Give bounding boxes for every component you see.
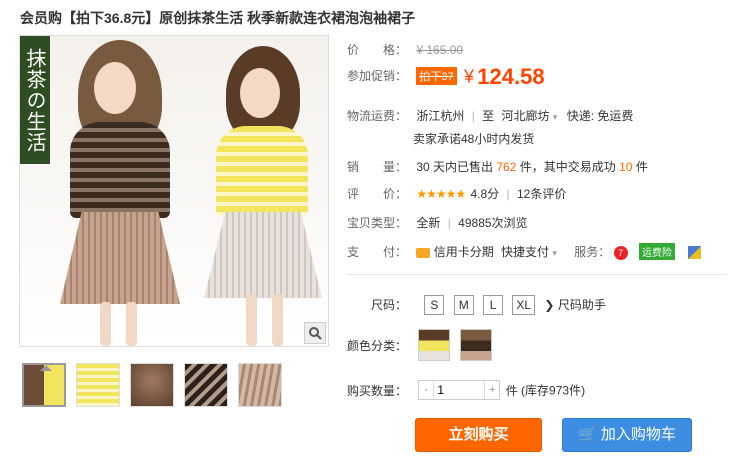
chevron-down-icon: ▾ xyxy=(552,112,558,122)
thumbnail-5[interactable] xyxy=(238,363,282,407)
main-product-image[interactable]: 抹茶の生活 xyxy=(19,35,329,347)
size-option-l[interactable]: L xyxy=(483,295,504,315)
ship-to-prefix: 至 xyxy=(482,109,495,123)
sales-prefix: 30 天内已售出 xyxy=(416,160,494,174)
thumbnail-4[interactable] xyxy=(184,363,228,407)
size-option-s[interactable]: S xyxy=(424,295,445,315)
quantity-unit: 件 xyxy=(505,383,518,398)
shipping-insurance-badge: 运费险 xyxy=(638,243,675,260)
seven-day-return-icon: 7 xyxy=(613,245,628,260)
zoom-button[interactable] xyxy=(304,322,326,344)
quantity-decrease-button[interactable]: - xyxy=(419,384,433,396)
color-row: 颜色分类： xyxy=(347,329,498,361)
quick-pay[interactable]: 快捷支付 xyxy=(501,245,549,259)
rating-score: 4.8分 xyxy=(470,187,500,201)
add-to-cart-label: 加入购物车 xyxy=(600,426,676,443)
color-option-yellow[interactable] xyxy=(418,329,451,361)
brand-badge: 抹茶の生活 xyxy=(20,36,50,164)
stock-count: (库存973件) xyxy=(521,383,586,398)
type-value: 全新 xyxy=(416,216,441,230)
sales-label: 销 量： xyxy=(347,160,408,174)
color-option-brown[interactable] xyxy=(459,329,492,361)
price-label: 价 格： xyxy=(347,43,408,57)
review-count-link[interactable]: 12条评价 xyxy=(517,187,566,201)
payment-label: 支 付： xyxy=(347,245,408,259)
size-helper-arrow-icon: ❯ xyxy=(544,298,555,312)
credit-card-icon xyxy=(416,247,431,258)
size-row: 尺码： S M L XL ❯ 尺码助手 xyxy=(371,295,606,315)
promo-price: 124.58 xyxy=(477,64,545,89)
size-option-m[interactable]: M xyxy=(453,295,474,315)
price-row: 价 格： ¥ 165.00 xyxy=(347,41,463,58)
services-label: 服务： xyxy=(574,245,611,259)
payment-row: 支 付： 信用卡分期 快捷支付 ▾ 服务： 7 运费险 xyxy=(347,243,702,260)
chevron-down-icon[interactable]: ▾ xyxy=(552,248,557,258)
divider xyxy=(347,274,727,275)
view-count: 49885次浏览 xyxy=(458,216,528,230)
thumbnail-3[interactable] xyxy=(130,363,174,407)
thumbnail-1[interactable] xyxy=(22,363,66,407)
quantity-input[interactable] xyxy=(433,381,486,399)
buy-now-button[interactable]: 立刻购买 xyxy=(415,418,542,452)
thumbnail-2[interactable] xyxy=(76,363,120,407)
model-left-illustration xyxy=(50,36,190,346)
ship-to[interactable]: 河北廊坊 xyxy=(502,109,550,123)
ship-from: 浙江杭州 xyxy=(416,109,465,123)
model-right-illustration xyxy=(190,36,328,346)
type-label: 宝贝类型： xyxy=(347,216,408,230)
original-price: ¥ 165.00 xyxy=(416,43,464,57)
quantity-stepper: - + xyxy=(418,380,501,400)
add-to-cart-button[interactable]: 🛒 加入购物车 xyxy=(562,418,692,452)
size-helper-link[interactable]: 尺码助手 xyxy=(558,298,606,312)
guarantee-icon xyxy=(688,246,702,260)
product-title: 会员购【拍下36.8元】原创抹茶生活 秋季新款连衣裙泡泡袖裙子 xyxy=(20,10,416,26)
cart-icon: 🛒 xyxy=(578,426,597,443)
shipping-label: 物流运费： xyxy=(347,109,408,123)
thumbnail-strip xyxy=(22,363,282,407)
promo-label: 参加促销： xyxy=(347,69,408,84)
size-label: 尺码： xyxy=(371,298,408,312)
sales-mid: 件，其中交易成功 xyxy=(519,160,616,174)
color-label: 颜色分类： xyxy=(347,338,408,353)
quantity-increase-button[interactable]: + xyxy=(485,384,499,396)
search-icon xyxy=(309,327,322,340)
promo-row: 参加促销： 拍下37 ¥ 124.58 xyxy=(347,64,545,90)
currency-symbol: ¥ xyxy=(463,66,474,87)
type-row: 宝贝类型： 全新 | 49885次浏览 xyxy=(347,216,528,230)
sales-row: 销 量： 30 天内已售出 762 件，其中交易成功 10 件 xyxy=(347,158,648,175)
express-fee: 快递: 免运费 xyxy=(566,109,634,123)
rating-row: 评 价： ★★★★★ 4.8分 | 12条评价 xyxy=(347,187,567,201)
shipping-row: 物流运费： 浙江杭州 | 至 河北廊坊 ▾ 快递: 免运费 xyxy=(347,109,634,123)
credit-installment[interactable]: 信用卡分期 xyxy=(434,245,494,259)
quantity-label: 购买数量： xyxy=(347,383,408,398)
promo-tag: 拍下37 xyxy=(416,67,457,86)
star-icon: ★★★★★ xyxy=(416,187,466,201)
size-option-xl[interactable]: XL xyxy=(512,295,536,315)
quantity-row: 购买数量： - + 件 (库存973件) xyxy=(347,380,585,400)
rating-label: 评 价： xyxy=(347,187,408,201)
sales-count: 762 xyxy=(496,160,517,174)
sales-suffix: 件 xyxy=(635,160,648,174)
ship-promise: 卖家承诺48小时内发货 xyxy=(413,132,535,146)
success-count: 10 xyxy=(619,160,633,174)
